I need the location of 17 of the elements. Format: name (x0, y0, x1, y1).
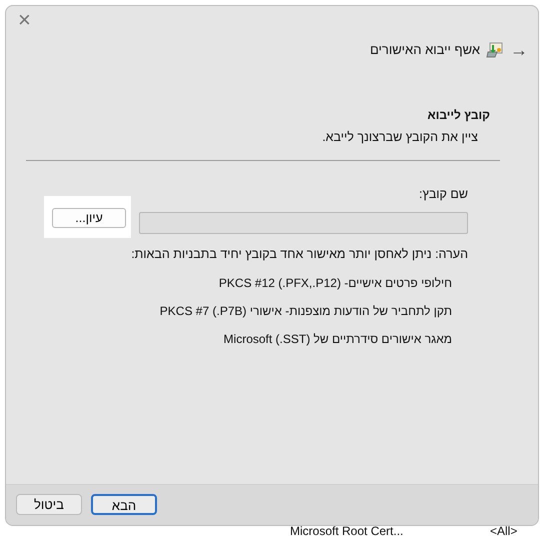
cancel-button[interactable]: ביטול (16, 494, 82, 514)
list-item-name: Microsoft Root Cert... (290, 526, 404, 536)
section-heading: קובץ לייבוא (426, 106, 490, 124)
back-button[interactable]: → (510, 40, 528, 59)
format-item: חילופי פרטים אישיים- PKCS #12 (.PFX,.P12) (218, 274, 453, 292)
window-title: אשף ייבוא האישורים (370, 41, 480, 59)
format-item: מאגר אישורים סידרתיים של Microsoft (.SST) (222, 330, 453, 348)
format-item: תקן לתחביר של הודעות מוצפנות- אישורי PKCS #7 (.P7B) (158, 302, 453, 320)
next-button[interactable]: הבא (91, 494, 157, 514)
list-item-purpose: <All> (490, 526, 518, 536)
section-subtitle: ציין את הקובץ שברצונך לייבא. (321, 128, 479, 146)
note-text: הערה: ניתן לאחסן יותר מאישור אחד בקובץ יחיד בתבניות הבאות: (130, 246, 468, 263)
field-label: שם קובץ: (418, 186, 468, 204)
browse-button[interactable]: עיון... (52, 208, 126, 228)
certificate-wizard-icon (486, 40, 504, 59)
close-button[interactable]: × (14, 9, 35, 31)
file-name-field[interactable] (139, 212, 468, 234)
